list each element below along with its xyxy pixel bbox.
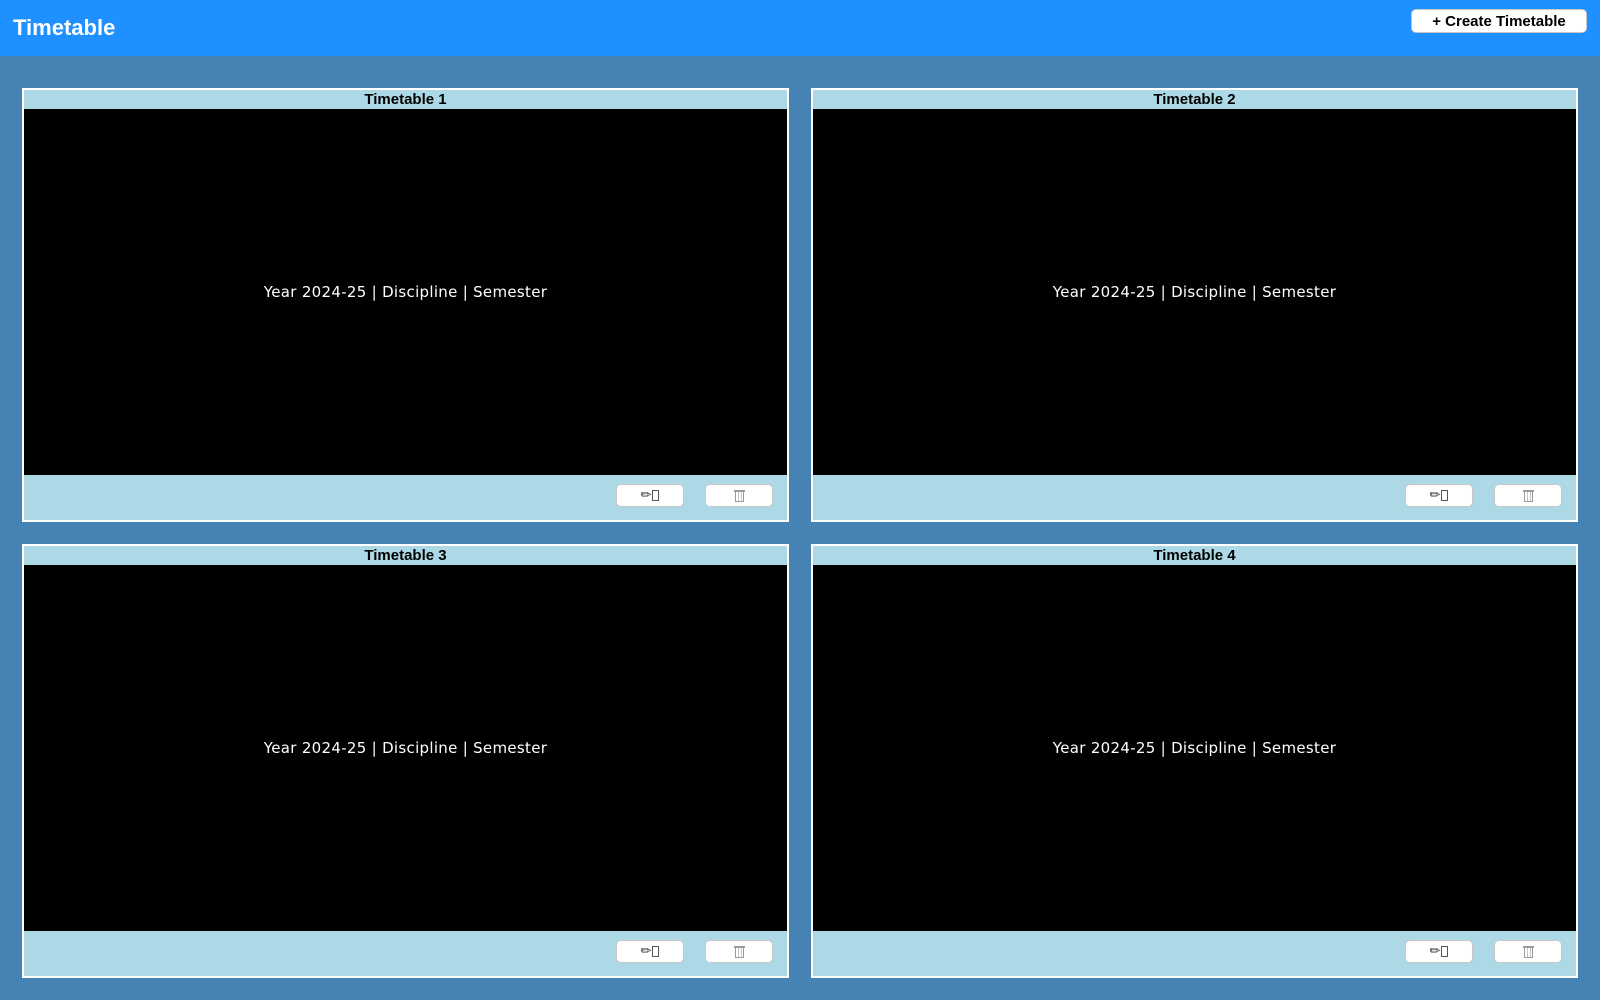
trash-icon — [1522, 945, 1534, 958]
timetable-card: Timetable 4 Year 2024-25 | Discipline | … — [811, 544, 1578, 978]
timetable-card: Timetable 1 Year 2024-25 | Discipline | … — [22, 88, 789, 522]
trash-icon — [733, 945, 745, 958]
trash-icon — [733, 489, 745, 502]
timetable-title: Timetable 1 — [364, 91, 447, 108]
timetable-preview[interactable]: Year 2024-25 | Discipline | Semester — [813, 109, 1576, 475]
trash-icon — [1522, 489, 1534, 502]
pencil-icon: ✏ — [640, 488, 652, 503]
delete-button[interactable] — [1494, 484, 1562, 507]
card-actions: ✏ — [813, 931, 1576, 976]
timetable-info: Year 2024-25 | Discipline | Semester — [263, 739, 548, 757]
card-actions: ✏ — [24, 931, 787, 976]
edit-button[interactable]: ✏ — [616, 484, 684, 507]
timetable-preview[interactable]: Year 2024-25 | Discipline | Semester — [24, 565, 787, 931]
timetable-title: Timetable 4 — [1153, 547, 1236, 564]
timetable-preview[interactable]: Year 2024-25 | Discipline | Semester — [24, 109, 787, 475]
missing-glyph-icon — [1441, 946, 1449, 957]
timetable-info: Year 2024-25 | Discipline | Semester — [1052, 283, 1337, 301]
timetable-card: Timetable 2 Year 2024-25 | Discipline | … — [811, 88, 1578, 522]
pencil-icon: ✏ — [1429, 488, 1441, 503]
edit-button[interactable]: ✏ — [1405, 484, 1473, 507]
timetable-title: Timetable 3 — [364, 547, 447, 564]
create-timetable-button[interactable]: + Create Timetable — [1411, 9, 1587, 33]
timetable-info: Year 2024-25 | Discipline | Semester — [1052, 739, 1337, 757]
card-actions: ✏ — [24, 475, 787, 520]
pencil-icon: ✏ — [1429, 944, 1441, 959]
card-actions: ✏ — [813, 475, 1576, 520]
missing-glyph-icon — [652, 946, 660, 957]
top-bar: Timetable + Create Timetable — [0, 0, 1600, 56]
timetable-title: Timetable 2 — [1153, 91, 1236, 108]
timetable-card: Timetable 3 Year 2024-25 | Discipline | … — [22, 544, 789, 978]
timetable-preview[interactable]: Year 2024-25 | Discipline | Semester — [813, 565, 1576, 931]
delete-button[interactable] — [705, 940, 773, 963]
pencil-icon: ✏ — [640, 944, 652, 959]
missing-glyph-icon — [652, 490, 660, 501]
app-title: Timetable — [13, 15, 116, 40]
edit-button[interactable]: ✏ — [616, 940, 684, 963]
delete-button[interactable] — [705, 484, 773, 507]
edit-button[interactable]: ✏ — [1405, 940, 1473, 963]
timetable-info: Year 2024-25 | Discipline | Semester — [263, 283, 548, 301]
delete-button[interactable] — [1494, 940, 1562, 963]
missing-glyph-icon — [1441, 490, 1449, 501]
